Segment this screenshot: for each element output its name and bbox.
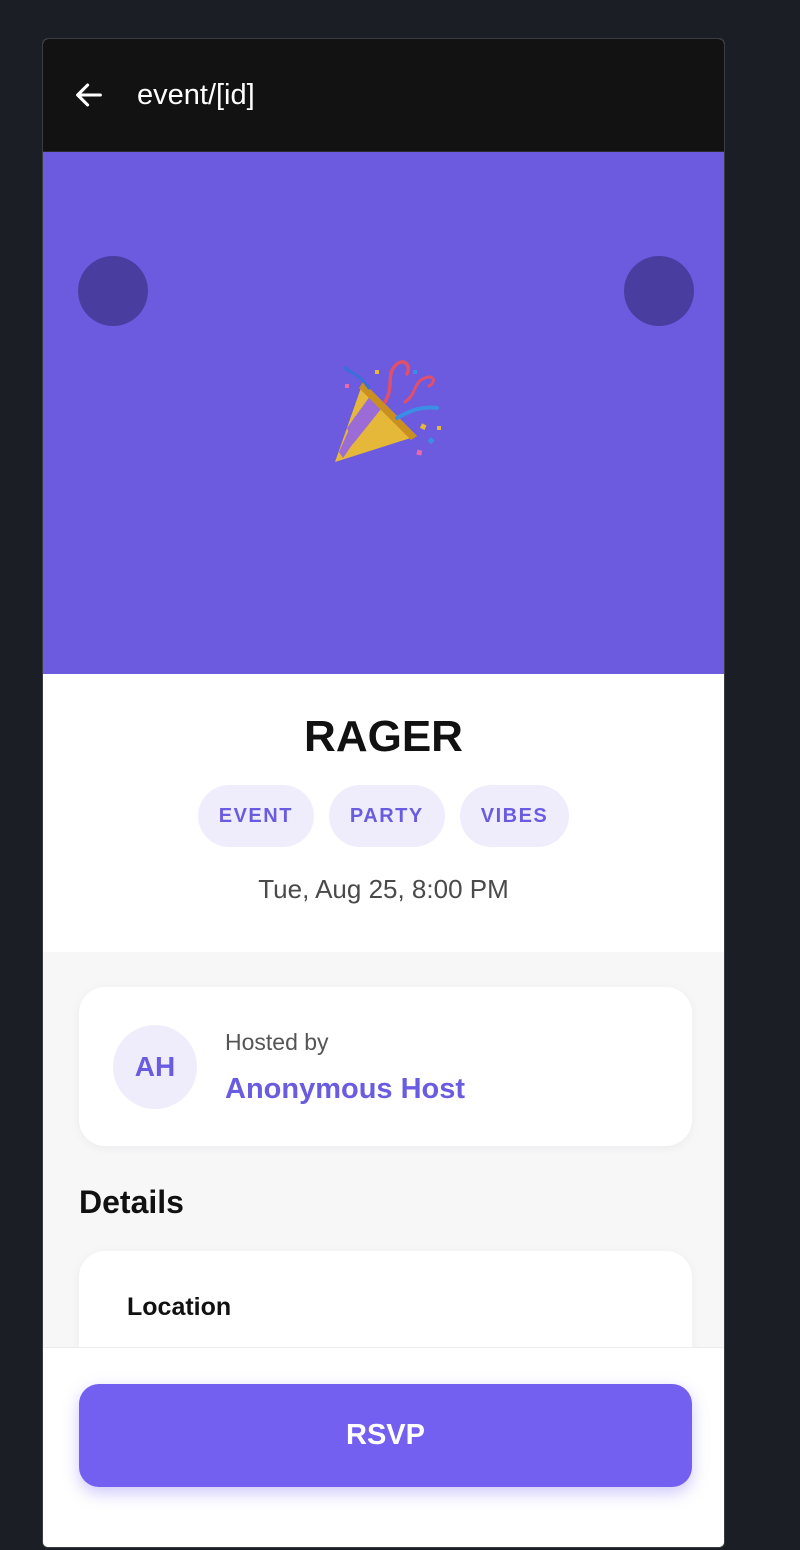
phone-frame: event/[id] RAGER EVENT PARTY VIBES Tue, … [42, 38, 725, 1548]
tag-event[interactable]: EVENT [197, 785, 314, 847]
details-heading: Details [79, 1184, 184, 1220]
arrow-left-icon [76, 83, 102, 107]
event-info-section: RAGER EVENT PARTY VIBES Tue, Aug 25, 8:0… [43, 674, 724, 952]
location-label: Location [127, 1293, 232, 1321]
host-card[interactable]: AH Hosted by Anonymous Host [79, 987, 692, 1146]
host-avatar: AH [113, 1025, 197, 1109]
footer-bar: RSVP [43, 1347, 724, 1547]
back-button[interactable] [59, 65, 119, 125]
party-popper-icon [335, 360, 441, 462]
top-bar: event/[id] [43, 39, 724, 152]
event-date: Tue, Aug 25, 8:00 PM [258, 874, 509, 904]
hero-left-button[interactable] [78, 256, 148, 326]
event-hero-banner [43, 152, 724, 674]
rsvp-button[interactable]: RSVP [79, 1384, 692, 1487]
tag-vibes[interactable]: VIBES [459, 785, 570, 847]
tag-list: EVENT PARTY VIBES [43, 785, 724, 847]
tag-party[interactable]: PARTY [328, 785, 445, 847]
hero-right-button[interactable] [624, 256, 694, 326]
page-title: event/[id] [137, 78, 255, 111]
host-name-link[interactable]: Anonymous Host [225, 1073, 465, 1106]
event-title: RAGER [304, 712, 463, 761]
hosted-by-label: Hosted by [225, 1029, 329, 1055]
